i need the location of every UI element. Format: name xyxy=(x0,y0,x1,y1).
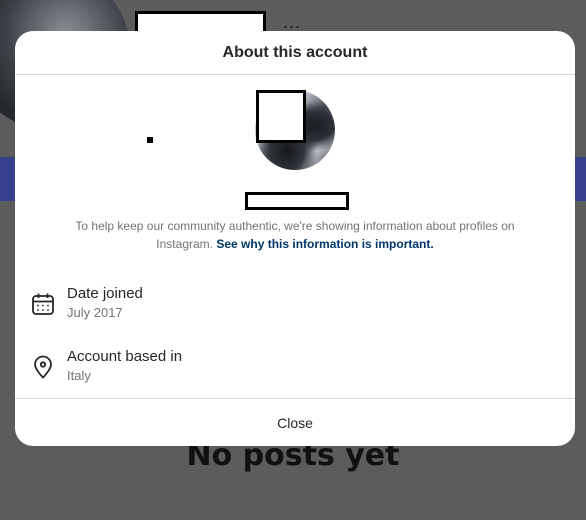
close-button[interactable]: Close xyxy=(15,398,575,446)
date-joined-label: Date joined xyxy=(67,285,143,302)
account-based-in-row: Account based in Italy xyxy=(30,348,550,392)
redaction-speck xyxy=(147,137,153,143)
date-joined-value: July 2017 xyxy=(67,305,123,320)
account-based-in-value: Italy xyxy=(67,368,91,383)
dialog-title: About this account xyxy=(15,31,575,75)
calendar-icon xyxy=(30,291,56,317)
see-why-link[interactable]: See why this information is important. xyxy=(216,237,433,251)
account-based-in-label: Account based in xyxy=(67,348,183,365)
profile-avatar-container xyxy=(255,90,335,170)
redacted-username xyxy=(245,192,349,210)
about-account-dialog: About this account To help keep our comm… xyxy=(15,31,575,446)
info-paragraph: To help keep our community authentic, we… xyxy=(55,217,535,253)
page: ... No posts yet About this account To h… xyxy=(0,0,586,520)
location-pin-icon xyxy=(30,354,56,380)
background-profile-header: ... xyxy=(0,0,586,38)
redacted-avatar-box xyxy=(256,90,306,143)
more-options-dots: ... xyxy=(283,12,302,32)
date-joined-row: Date joined July 2017 xyxy=(30,285,550,329)
